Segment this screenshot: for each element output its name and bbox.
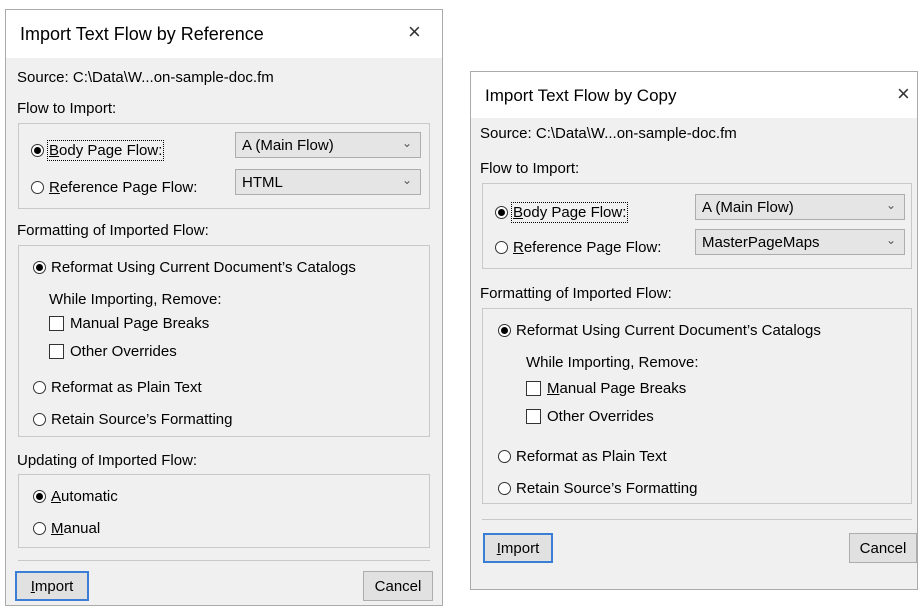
body-page-flow-value: A (Main Flow) — [702, 198, 794, 216]
reformat-current-label: Reformat Using Current Document’s Catalo… — [516, 322, 821, 339]
title-bar: Import Text Flow by Copy × — [471, 72, 917, 118]
import-button-text: mport — [34, 577, 74, 595]
checkbox-unchecked-icon — [49, 344, 64, 359]
while-importing-label: While Importing, Remove: — [526, 354, 699, 371]
cancel-button[interactable]: Cancel — [363, 571, 433, 601]
manual-text: anual — [63, 520, 101, 537]
reference-page-flow-text: eference Page Flow: — [59, 179, 198, 196]
updating-group: Automatic Manual — [18, 474, 430, 548]
retain-source-label: Retain Source’s Formatting — [51, 411, 233, 428]
close-icon[interactable]: × — [408, 21, 421, 43]
reference-page-flow-value: HTML — [242, 173, 283, 191]
chevron-down-icon: ⌄ — [401, 173, 412, 187]
retain-source-label: Retain Source’s Formatting — [516, 480, 698, 497]
manual-page-breaks-text: anual Page Breaks — [559, 380, 687, 397]
reference-page-flow-text: eference Page Flow: — [523, 239, 662, 256]
manual-label: Manual — [51, 520, 101, 537]
flow-to-import-heading: Flow to Import: — [17, 100, 117, 117]
flow-to-import-group: Body Page Flow: A (Main Flow) ⌄ Referenc… — [18, 123, 430, 209]
radio-unselected-icon — [495, 241, 508, 254]
chevron-down-icon: ⌄ — [885, 233, 896, 247]
radio-selected-icon — [31, 144, 44, 157]
reformat-plain-radio[interactable]: Reformat as Plain Text — [33, 379, 202, 396]
radio-unselected-icon — [498, 450, 511, 463]
radio-unselected-icon — [33, 381, 46, 394]
chevron-down-icon: ⌄ — [885, 198, 896, 212]
reformat-current-radio[interactable]: Reformat Using Current Document’s Catalo… — [33, 259, 356, 276]
manual-page-breaks-checkbox[interactable]: Manual Page Breaks — [49, 315, 209, 332]
body-page-flow-select[interactable]: A (Main Flow) ⌄ — [235, 132, 421, 158]
import-button-label: Import — [30, 577, 74, 595]
button-separator — [18, 560, 430, 561]
reference-page-flow-select[interactable]: MasterPageMaps ⌄ — [695, 229, 905, 255]
reference-page-flow-value: MasterPageMaps — [702, 233, 820, 251]
checkbox-unchecked-icon — [526, 381, 541, 396]
import-button[interactable]: Import — [483, 533, 553, 563]
retain-source-radio[interactable]: Retain Source’s Formatting — [498, 480, 697, 497]
manual-page-breaks-label: Manual Page Breaks — [547, 380, 687, 397]
body-page-flow-radio[interactable]: Body Page Flow: — [31, 140, 165, 161]
title-bar: Import Text Flow by Reference × — [6, 10, 442, 58]
radio-selected-icon — [33, 490, 46, 503]
reformat-current-radio[interactable]: Reformat Using Current Document’s Catalo… — [498, 322, 821, 339]
reformat-plain-radio[interactable]: Reformat as Plain Text — [498, 448, 667, 465]
other-overrides-label: Other Overrides — [70, 343, 177, 360]
formatting-group: Reformat Using Current Document’s Catalo… — [18, 245, 430, 437]
while-importing-label: While Importing, Remove: — [49, 291, 222, 308]
reformat-plain-label: Reformat as Plain Text — [516, 448, 667, 465]
radio-selected-icon — [33, 261, 46, 274]
reference-page-flow-label: Reference Page Flow: — [513, 239, 662, 256]
reformat-current-label: Reformat Using Current Document’s Catalo… — [51, 259, 356, 276]
body-page-flow-select[interactable]: A (Main Flow) ⌄ — [695, 194, 905, 220]
other-overrides-checkbox[interactable]: Other Overrides — [49, 343, 177, 360]
source-path: Source: C:\Data\W...on-sample-doc.fm — [17, 69, 274, 86]
other-overrides-label: Other Overrides — [547, 408, 654, 425]
formatting-heading: Formatting of Imported Flow: — [17, 222, 209, 239]
updating-heading: Updating of Imported Flow: — [17, 452, 198, 469]
source-path: Source: C:\Data\W...on-sample-doc.fm — [480, 125, 737, 142]
formatting-heading: Formatting of Imported Flow: — [480, 285, 672, 302]
body-page-flow-text: ody Page Flow: — [59, 142, 163, 159]
body-page-flow-label: Body Page Flow: — [46, 140, 165, 161]
other-overrides-checkbox[interactable]: Other Overrides — [526, 408, 654, 425]
dialog-title: Import Text Flow by Reference — [20, 24, 264, 44]
radio-unselected-icon — [33, 413, 46, 426]
reference-page-flow-select[interactable]: HTML ⌄ — [235, 169, 421, 195]
close-icon[interactable]: × — [897, 83, 910, 105]
radio-unselected-icon — [31, 181, 44, 194]
body-page-flow-label: Body Page Flow: — [510, 202, 629, 223]
automatic-radio[interactable]: Automatic — [33, 488, 118, 505]
flow-to-import-heading: Flow to Import: — [480, 160, 580, 177]
retain-source-radio[interactable]: Retain Source’s Formatting — [33, 411, 232, 428]
manual-page-breaks-label: Manual Page Breaks — [70, 315, 210, 332]
body-page-flow-value: A (Main Flow) — [242, 136, 334, 154]
import-button-label: Import — [496, 539, 540, 557]
reference-page-flow-radio[interactable]: Reference Page Flow: — [495, 239, 661, 256]
automatic-text: utomatic — [61, 488, 118, 505]
automatic-label: Automatic — [51, 488, 118, 505]
dialog-title: Import Text Flow by Copy — [485, 86, 677, 105]
radio-selected-icon — [495, 206, 508, 219]
import-button-text: mport — [500, 539, 540, 557]
manual-radio[interactable]: Manual — [33, 520, 100, 537]
formatting-group: Reformat Using Current Document’s Catalo… — [482, 308, 912, 504]
import-button[interactable]: Import — [15, 571, 89, 601]
body-page-flow-radio[interactable]: Body Page Flow: — [495, 202, 629, 223]
reference-page-flow-radio[interactable]: Reference Page Flow: — [31, 179, 197, 196]
chevron-down-icon: ⌄ — [401, 136, 412, 150]
reformat-plain-label: Reformat as Plain Text — [51, 379, 202, 396]
checkbox-unchecked-icon — [49, 316, 64, 331]
cancel-button[interactable]: Cancel — [849, 533, 917, 563]
checkbox-unchecked-icon — [526, 409, 541, 424]
flow-to-import-group: Body Page Flow: A (Main Flow) ⌄ Referenc… — [482, 183, 912, 269]
manual-page-breaks-checkbox[interactable]: Manual Page Breaks — [526, 380, 686, 397]
import-by-reference-dialog: Import Text Flow by Reference × Source: … — [5, 9, 443, 606]
radio-unselected-icon — [498, 482, 511, 495]
reference-page-flow-label: Reference Page Flow: — [49, 179, 198, 196]
radio-selected-icon — [498, 324, 511, 337]
body-page-flow-text: ody Page Flow: — [523, 204, 627, 221]
import-by-copy-dialog: Import Text Flow by Copy × Source: C:\Da… — [470, 71, 918, 590]
button-separator — [482, 519, 912, 520]
radio-unselected-icon — [33, 522, 46, 535]
